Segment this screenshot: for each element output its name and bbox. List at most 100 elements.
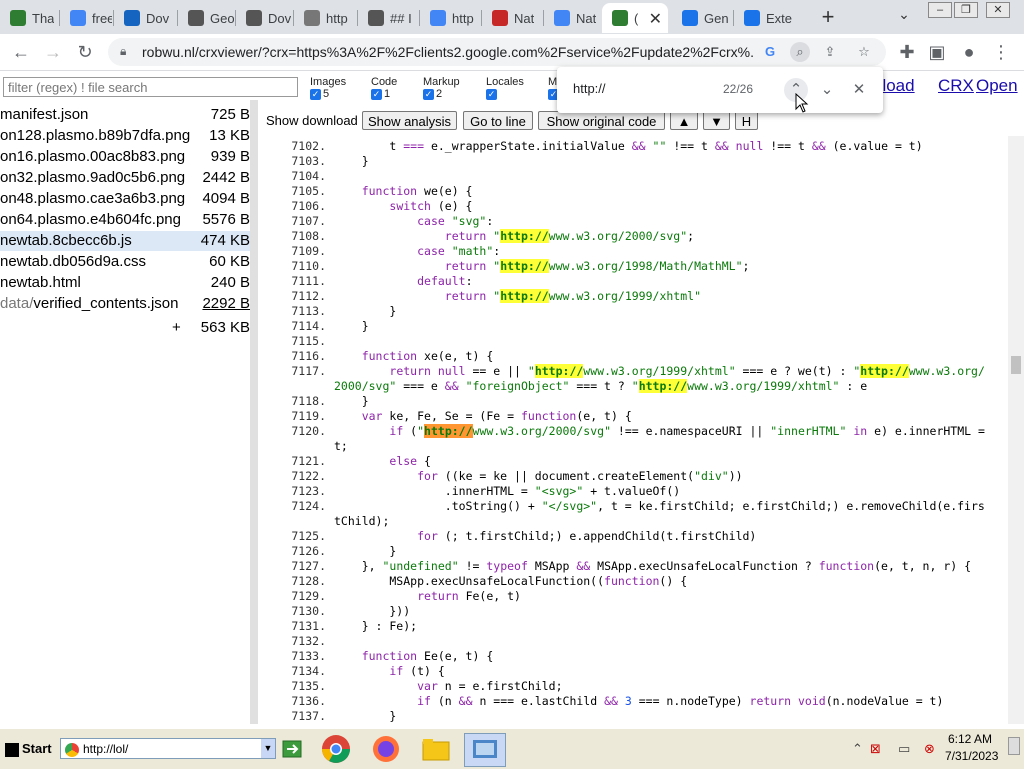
share-icon[interactable]: ⇪ — [820, 42, 840, 62]
code-line[interactable]: return null == e || "http://www.w3.org/1… — [334, 364, 985, 378]
tab-9[interactable]: Nat — [544, 3, 600, 33]
code-line[interactable]: function Ee(e, t) { — [334, 649, 494, 663]
network-warning-icon[interactable]: ⊠ — [870, 741, 881, 757]
file-explorer-icon[interactable] — [416, 733, 456, 765]
go-to-line-button[interactable]: Go to line — [463, 111, 533, 130]
code-line[interactable]: .toString() + "</svg>", t = ke.firstChil… — [334, 499, 985, 513]
tab-search-icon[interactable]: ⌄ — [894, 6, 914, 26]
code-line[interactable]: MSApp.execUnsafeLocalFunction((function(… — [334, 574, 687, 588]
tab-12[interactable]: Exte — [734, 3, 808, 33]
code-line[interactable]: } — [334, 304, 396, 318]
code-line[interactable]: } — [334, 154, 369, 168]
file-list-item[interactable]: newtab.html 240 B — [0, 273, 250, 293]
show-download-button[interactable]: Show download — [266, 113, 358, 128]
code-line[interactable]: return "http://www.w3.org/1999/xhtml" — [334, 289, 701, 303]
address-bar[interactable]: 🔒︎ robwu.nl/crxviewer/?crx=https%3A%2F%2… — [108, 38, 886, 66]
file-type-checkbox[interactable]: ✓ — [486, 88, 497, 100]
code-line[interactable]: for ((ke = ke || document.createElement(… — [334, 469, 742, 483]
address-dropdown-icon[interactable]: ▼ — [261, 739, 275, 758]
show-desktop-icon[interactable] — [1008, 737, 1020, 755]
taskbar-address-input[interactable]: http://lol/▼ — [60, 738, 276, 759]
firefox-app-icon[interactable] — [366, 733, 406, 765]
find-input[interactable]: http:// — [573, 81, 606, 96]
tab-7[interactable]: http — [420, 3, 480, 33]
code-line[interactable]: t === e._wrapperState.initialValue && ""… — [334, 139, 922, 153]
find-in-page-icon[interactable]: ⌕ — [790, 42, 810, 62]
lock-icon[interactable]: 🔒︎ — [120, 44, 126, 59]
tab-2[interactable]: Dov — [114, 3, 176, 33]
minimize-button[interactable]: – — [928, 2, 952, 18]
profile-avatar-icon[interactable]: ● — [956, 40, 982, 64]
code-line[interactable]: else { — [334, 454, 431, 468]
code-line[interactable]: return Fe(e, t) — [334, 589, 521, 603]
code-line[interactable]: tChild); — [334, 514, 389, 528]
tab-8[interactable]: Nat — [482, 3, 542, 33]
code-line[interactable]: for (; t.firstChild;) e.appendChild(t.fi… — [334, 529, 756, 543]
file-type-checkbox[interactable]: ✓ — [310, 88, 321, 100]
vertical-scrollbar[interactable] — [1008, 136, 1024, 724]
file-list-item[interactable]: manifest.json 725 B — [0, 105, 250, 125]
bookmark-star-icon[interactable]: ☆ — [854, 42, 874, 62]
address-url[interactable]: robwu.nl/crxviewer/?crx=https%3A%2F%2Fcl… — [142, 44, 754, 60]
file-list-item[interactable]: on32.plasmo.9ad0c5b6.png 2442 B — [0, 168, 250, 188]
tab-5[interactable]: http — [294, 3, 356, 33]
scroll-down-button[interactable]: ▼ — [703, 111, 730, 130]
tab-11[interactable]: Gen — [672, 3, 732, 33]
chrome-app-icon[interactable] — [316, 733, 356, 765]
code-line[interactable]: if (n && n === e.lastChild && 3 === n.no… — [334, 694, 943, 708]
tab-0[interactable]: Tha — [0, 3, 58, 33]
h-button[interactable]: H — [735, 111, 758, 130]
code-line[interactable]: if (t) { — [334, 664, 444, 678]
show-original-code-button[interactable]: Show original code — [538, 111, 665, 130]
tab-10[interactable]: (✕ — [602, 3, 668, 33]
tray-expand-icon[interactable]: ⌃ — [852, 741, 863, 757]
code-line[interactable]: t; — [334, 439, 348, 453]
menu-kebab-icon[interactable]: ⋮ — [988, 40, 1014, 64]
code-line[interactable]: } : Fe); — [334, 619, 417, 633]
find-close-icon[interactable]: ✕ — [847, 78, 871, 102]
code-line[interactable]: var ke, Fe, Se = (Fe = function(e, t) { — [334, 409, 632, 423]
code-line[interactable]: function we(e) { — [334, 184, 473, 198]
google-lens-icon[interactable]: G — [760, 42, 780, 62]
file-list-item[interactable]: on48.plasmo.cae3a6b3.png 4094 B — [0, 189, 250, 209]
code-line[interactable]: function xe(e, t) { — [334, 349, 494, 363]
clock-date[interactable]: 7/31/2023 — [945, 749, 998, 763]
file-list-item[interactable]: data/verified_contents.json 2292 B — [0, 294, 250, 314]
start-button[interactable]: Start — [2, 735, 52, 763]
filter-input[interactable]: filter (regex) ! file search — [3, 77, 298, 97]
file-list-item[interactable]: on64.plasmo.e4b604fc.png 5576 B — [0, 210, 250, 230]
back-icon[interactable]: ← — [8, 40, 34, 64]
file-list-item[interactable]: newtab.8cbecc6b.js 474 KB — [0, 231, 250, 251]
maximize-button[interactable]: ❐ — [954, 2, 978, 18]
code-line[interactable]: return "http://www.w3.org/2000/svg"; — [334, 229, 694, 243]
total-plus[interactable]: + — [172, 319, 181, 336]
code-line[interactable]: } — [334, 709, 396, 723]
forward-icon[interactable]: → — [40, 40, 66, 64]
extensions-puzzle-icon[interactable]: ✚ — [894, 40, 920, 64]
scrollbar-thumb[interactable] — [1011, 356, 1021, 374]
tab-4[interactable]: Dov — [236, 3, 292, 33]
code-line[interactable]: switch (e) { — [334, 199, 472, 213]
reload-icon[interactable]: ↻ — [72, 40, 98, 64]
code-line[interactable]: }, "undefined" != typeof MSApp && MSApp.… — [334, 559, 971, 573]
tray-window-icon[interactable]: ▭ — [898, 741, 910, 757]
code-line[interactable]: default: — [334, 274, 472, 288]
code-line[interactable]: .innerHTML = "<svg>" + t.valueOf() — [334, 484, 680, 498]
new-tab-button[interactable]: + — [816, 3, 840, 31]
tab-close-icon[interactable]: ✕ — [649, 9, 662, 29]
tab-6[interactable]: ## I — [358, 3, 418, 33]
clock-time[interactable]: 6:12 AM — [948, 732, 992, 746]
code-line[interactable]: })) — [334, 604, 410, 618]
control-panel-icon[interactable] — [464, 733, 506, 767]
side-panel-icon[interactable]: ▣ — [924, 40, 950, 64]
close-window-button[interactable]: ✕ — [986, 2, 1010, 18]
crx-link[interactable]: CRX — [938, 76, 974, 96]
code-line[interactable]: case "svg": — [334, 214, 493, 228]
code-line[interactable]: if ("http://www.w3.org/2000/svg" !== e.n… — [334, 424, 985, 438]
file-type-checkbox[interactable]: ✓ — [423, 88, 434, 100]
file-list-item[interactable]: on128.plasmo.b89b7dfa.png 13 KB — [0, 126, 250, 146]
code-line[interactable]: return "http://www.w3.org/1998/Math/Math… — [334, 259, 749, 273]
file-type-checkbox[interactable]: ✓ — [371, 88, 382, 100]
open-link[interactable]: Open — [976, 76, 1018, 96]
file-list-item[interactable]: newtab.db056d9a.css 60 KB — [0, 252, 250, 272]
